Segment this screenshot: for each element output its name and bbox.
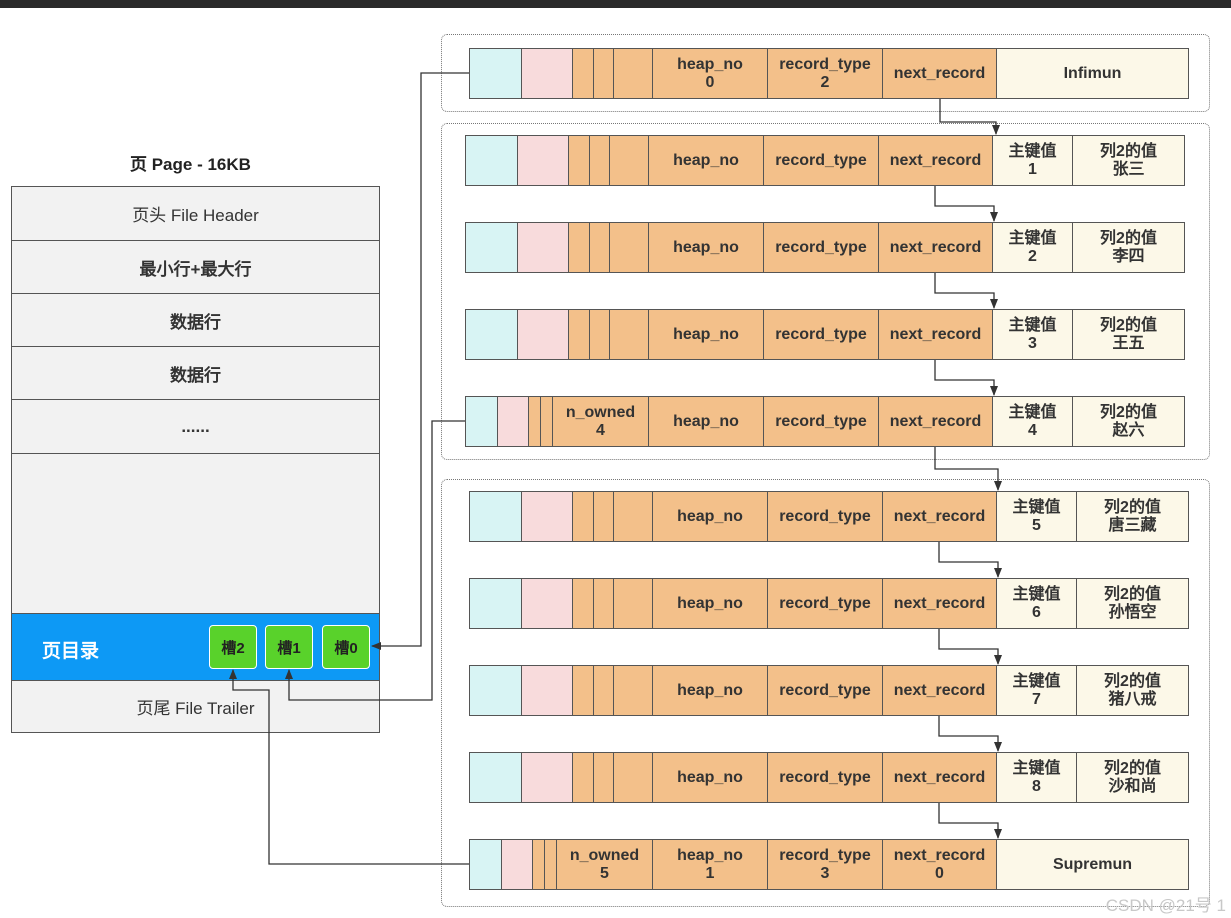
arrow-r5-to-r6 [938, 542, 1002, 578]
connector-lines [229, 72, 1002, 865]
arrow-r2-to-r3 [934, 273, 998, 309]
watermark: CSDN @21号 1 [1105, 896, 1226, 915]
arrow-slot2-to-supremum [229, 669, 469, 865]
arrow-r4-to-r5 [934, 447, 1002, 491]
arrow-r8-to-supremum [938, 803, 1002, 839]
arrow-infimum-to-r1 [939, 99, 1000, 135]
arrow-r6-to-r7 [938, 629, 1002, 665]
arrow-slot1-to-r4 [285, 420, 465, 701]
arrow-r3-to-r4 [934, 360, 998, 396]
arrow-r7-to-r8 [938, 716, 1002, 752]
arrow-slot0-to-infimum [371, 72, 469, 650]
arrow-r1-to-r2 [934, 186, 998, 222]
